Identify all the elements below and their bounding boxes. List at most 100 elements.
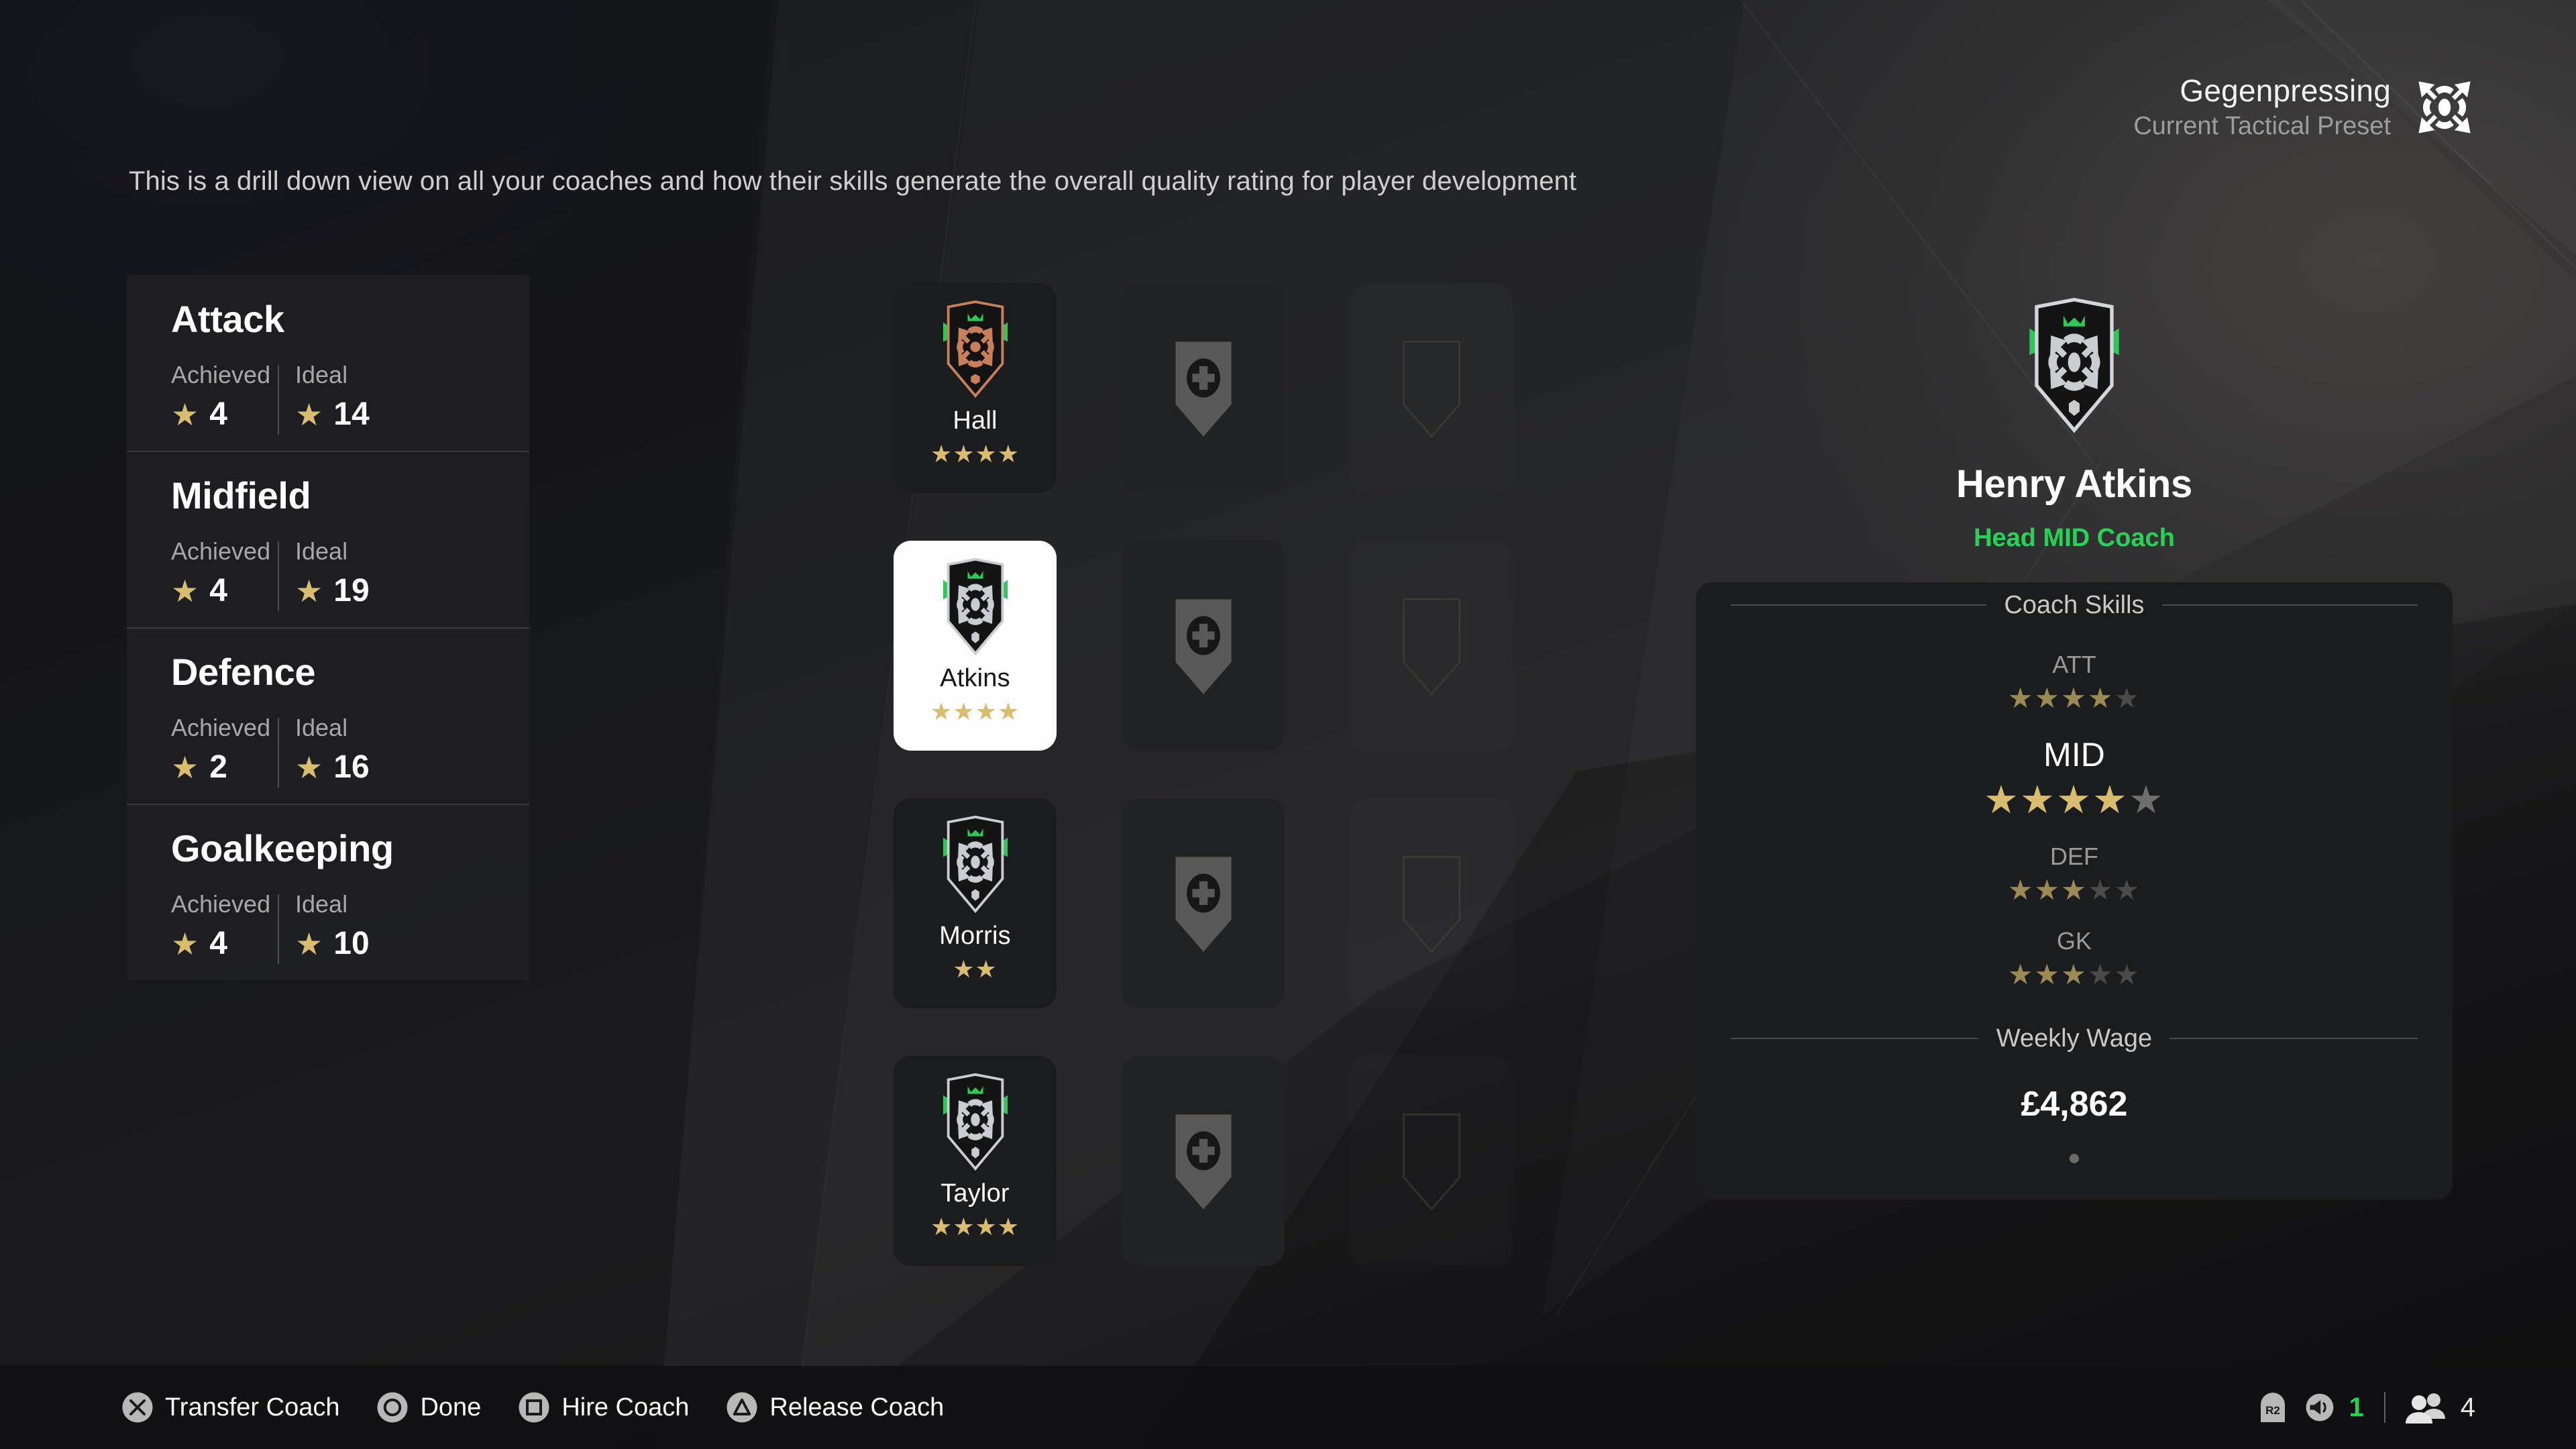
add-coach-slot[interactable] (1122, 1056, 1285, 1266)
category-name: Midfield (171, 474, 311, 517)
coach-name: Taylor (941, 1179, 1010, 1208)
category-ideal: Ideal ★ 19 (278, 537, 419, 611)
skill-row-gk: GK ★★★★★ (1696, 927, 2453, 989)
add-coach-slot[interactable] (1122, 541, 1285, 751)
achieved-value: 2 (209, 749, 227, 785)
empty-coach-slot[interactable] (1350, 798, 1513, 1008)
prompt-label: Hire Coach (561, 1393, 690, 1421)
coach-badge-icon (943, 300, 1008, 398)
speaker-icon[interactable] (2304, 1391, 2336, 1424)
achieved-value: 4 (209, 926, 227, 961)
add-coach-plus-icon (1175, 1114, 1232, 1210)
category-summary-panel: Attack Achieved ★ 4 Ideal ★ 14 Midfield (127, 274, 529, 980)
coach-grid: Hall ★★★★ Atkins ★★★★ Morris ★★ Taylor ★… (894, 283, 1513, 1266)
skill-star-rating: ★★★★★ (2007, 959, 2141, 990)
star-icon: ★ (295, 574, 323, 608)
coach-card-hall[interactable]: Hall ★★★★ (894, 283, 1057, 493)
prompt-release-coach[interactable]: Release Coach (725, 1391, 944, 1424)
divider-right (2169, 1038, 2418, 1039)
divider-left (1731, 604, 1987, 606)
button-prompts: Transfer Coach Done Hire Coach Release C… (121, 1391, 944, 1424)
add-coach-plus-icon (1175, 341, 1232, 437)
tactical-preset-name: Gegenpressing (2180, 73, 2391, 108)
coach-detail-badge-icon (2029, 297, 2119, 433)
coach-skills-title: Coach Skills (2004, 590, 2145, 619)
category-row-defence[interactable]: Defence Achieved ★ 2 Ideal ★ 16 (127, 627, 529, 804)
weekly-wage-value: £4,862 (2021, 1085, 2128, 1124)
divider-right (2161, 604, 2418, 606)
coach-card-taylor[interactable]: Taylor ★★★★ (894, 1056, 1057, 1266)
prompt-label: Transfer Coach (165, 1393, 340, 1421)
square-button-icon (519, 1392, 549, 1423)
coach-full-name: Henry Atkins (1955, 462, 2193, 506)
star-icon: ★ (295, 926, 323, 961)
page-indicator (1696, 1154, 2453, 1163)
status-indicators: R2 1 4 (2255, 1391, 2475, 1424)
coach-card-morris[interactable]: Morris ★★ (894, 798, 1057, 1008)
skill-row-def: DEF ★★★★★ (1696, 843, 2453, 904)
cross-button-icon (122, 1392, 153, 1423)
weekly-wage-title: Weekly Wage (1996, 1024, 2153, 1053)
triangle-button-icon (727, 1392, 757, 1423)
category-ideal: Ideal ★ 10 (278, 890, 419, 964)
add-coach-slot[interactable] (1122, 283, 1285, 493)
category-row-midfield[interactable]: Midfield Achieved ★ 4 Ideal ★ 19 (127, 451, 529, 627)
skill-row-mid: MID ★★★★★ (1696, 735, 2453, 820)
skill-label: DEF (2050, 843, 2098, 870)
coach-badge-icon (943, 815, 1008, 914)
ideal-label: Ideal (295, 537, 348, 565)
empty-coach-slot[interactable] (1350, 1056, 1513, 1266)
coach-card-atkins[interactable]: Atkins ★★★★ (894, 541, 1057, 751)
coach-name: Atkins (940, 664, 1010, 692)
people-icon (2405, 1393, 2445, 1424)
skill-star-rating: ★★★★★ (2007, 874, 2141, 906)
weekly-wage-header: Weekly Wage (1696, 1016, 2453, 1061)
add-coach-plus-icon (1175, 598, 1232, 694)
skill-row-att: ATT ★★★★★ (1696, 651, 2453, 712)
ideal-label: Ideal (295, 890, 348, 918)
category-ideal: Ideal ★ 14 (278, 361, 419, 435)
volume-value: 1 (2349, 1392, 2364, 1422)
ideal-value: 14 (333, 396, 370, 432)
page-description: This is a drill down view on all your co… (129, 166, 1577, 196)
achieved-value: 4 (209, 396, 227, 432)
prompt-label: Done (420, 1393, 482, 1421)
tactical-preset-header[interactable]: Gegenpressing Current Tactical Preset (2133, 72, 2475, 142)
category-row-attack[interactable]: Attack Achieved ★ 4 Ideal ★ 14 (127, 274, 529, 451)
add-coach-slot[interactable] (1122, 798, 1285, 1008)
players-value: 4 (2460, 1392, 2475, 1422)
ideal-value: 19 (333, 573, 370, 608)
star-icon: ★ (171, 926, 199, 961)
achieved-label: Achieved (171, 361, 271, 388)
category-row-goalkeeping[interactable]: Goalkeeping Achieved ★ 4 Ideal ★ 10 (127, 804, 529, 980)
skill-star-rating: ★★★★★ (1984, 778, 2165, 822)
star-icon: ★ (171, 574, 199, 608)
achieved-label: Achieved (171, 714, 271, 741)
coach-star-rating: ★★★★ (930, 440, 1020, 468)
svg-text:R2: R2 (2265, 1404, 2280, 1417)
prompt-done[interactable]: Done (376, 1391, 481, 1424)
prompt-transfer-coach[interactable]: Transfer Coach (121, 1391, 339, 1424)
prompt-hire-coach[interactable]: Hire Coach (517, 1391, 689, 1424)
empty-coach-shield-icon (1402, 1113, 1460, 1211)
coach-detail-panel: Henry Atkins Head MID Coach Coach Skills… (1696, 295, 2453, 1199)
ideal-label: Ideal (295, 361, 348, 388)
empty-coach-slot[interactable] (1350, 541, 1513, 751)
empty-coach-shield-icon (1402, 340, 1460, 438)
category-name: Goalkeeping (171, 827, 394, 869)
divider-left (1731, 1038, 1979, 1039)
star-icon: ★ (171, 397, 199, 432)
page-dot[interactable] (2070, 1154, 2079, 1163)
star-icon: ★ (171, 750, 199, 785)
category-achieved: Achieved ★ 2 (171, 714, 295, 784)
empty-coach-slot[interactable] (1350, 283, 1513, 493)
prompt-label: Release Coach (769, 1393, 945, 1421)
ideal-value: 10 (333, 926, 370, 961)
tactical-preset-text: Gegenpressing Current Tactical Preset (2133, 72, 2391, 142)
category-name: Defence (171, 651, 316, 693)
ideal-value: 16 (333, 749, 370, 785)
coach-star-rating: ★★★★ (930, 698, 1020, 725)
category-achieved: Achieved ★ 4 (171, 361, 295, 431)
coach-skills-panel: Coach Skills ATT ★★★★★ MID ★★★★★ DEF ★★★… (1696, 582, 2453, 1199)
r2-trigger-icon[interactable]: R2 (2255, 1393, 2290, 1422)
